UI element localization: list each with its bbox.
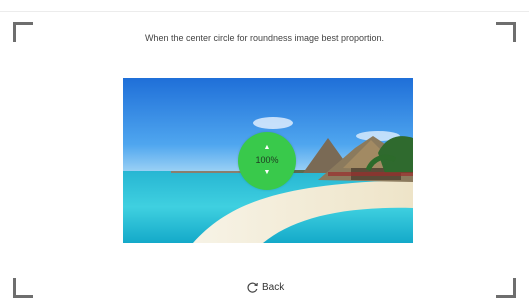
back-button[interactable]: Back	[246, 279, 284, 295]
back-label: Back	[262, 281, 285, 293]
rotate-back-icon	[246, 280, 260, 294]
instruction-text: When the center circle for roundness ima…	[144, 33, 385, 43]
crop-corner-bottom-right	[496, 278, 516, 298]
zoom-control[interactable]: ▲ 100% ▼	[238, 132, 296, 190]
zoom-value: 100%	[255, 155, 279, 165]
crop-corner-bottom-left	[13, 278, 33, 298]
triangle-down-icon[interactable]: ▼	[238, 169, 296, 177]
top-divider	[0, 11, 529, 12]
crop-screen: When the center circle for roundness ima…	[0, 0, 529, 307]
triangle-up-icon[interactable]: ▲	[238, 144, 296, 152]
